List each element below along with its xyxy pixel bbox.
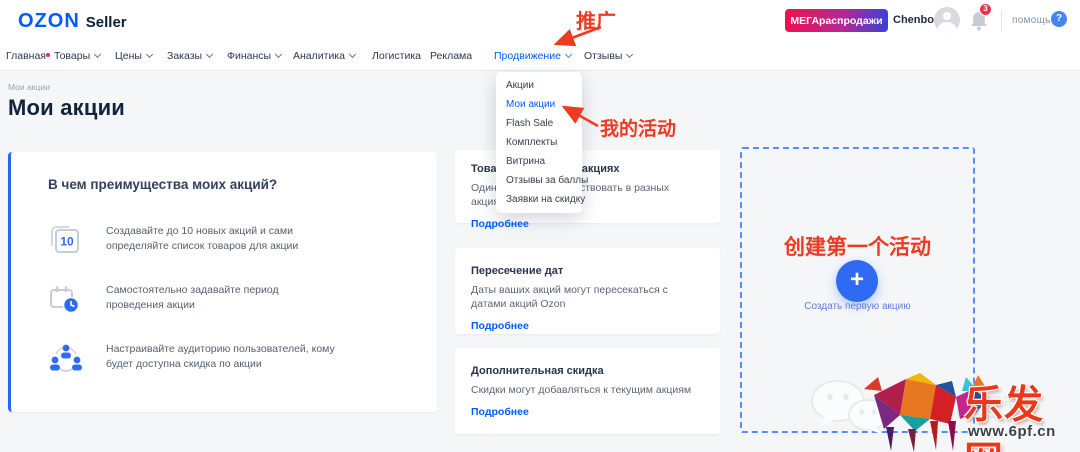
avatar-person-icon [943, 12, 951, 20]
more-link[interactable]: Подробнее [471, 218, 529, 230]
promotion-dropdown: Акции Мои акции Flash Sale Комплекты Вит… [496, 72, 582, 213]
mega-sale-button[interactable]: МЕГАраспродажи [785, 9, 888, 32]
nav-item-logistics[interactable]: Логистика [372, 42, 421, 71]
benefit-text: Создавайте до 10 новых акций и сами опре… [88, 224, 298, 261]
plus-icon: + [850, 266, 864, 293]
annotation-my-activities: 我的活动 [600, 114, 676, 141]
chevron-down-icon [146, 51, 153, 58]
card-text: Скидки могут добавляться к текущим акция… [471, 383, 704, 397]
breadcrumb: Мои акции [8, 82, 50, 92]
chevron-down-icon [275, 51, 282, 58]
nav-item-promotion[interactable]: Продвижение Акции Мои акции Flash Sale К… [494, 42, 571, 71]
header: OZON Seller МЕГАраспродажи Chenbo 3 помо… [0, 0, 1080, 42]
more-link[interactable]: Подробнее [471, 406, 529, 418]
username[interactable]: Chenbo [893, 14, 934, 26]
benefit-text: Настраивайте аудиторию пользователей, ко… [88, 342, 335, 379]
nav-item-analytics[interactable]: Аналитика [293, 42, 355, 71]
calendar-clock-icon [48, 283, 88, 320]
watermark-url: www.6pf.cn [968, 423, 1056, 440]
calendar-10-icon: 10 [48, 224, 88, 261]
nav-item-orders[interactable]: Заказы [167, 42, 212, 71]
benefits-title: В чем преимущества моих акций? [48, 177, 277, 192]
audience-icon [48, 342, 88, 379]
nav-item-home[interactable]: Главная [6, 42, 46, 71]
benefit-row: Настраивайте аудиторию пользователей, ко… [48, 342, 335, 379]
benefit-text: Самостоятельно задавайте период проведен… [88, 283, 279, 320]
more-link[interactable]: Подробнее [471, 320, 529, 332]
chevron-down-icon [626, 51, 633, 58]
dropdown-item-reviews-for-points[interactable]: Отзывы за баллы [496, 171, 582, 190]
create-promo-plus-button[interactable]: + [836, 260, 878, 302]
card-text: Даты ваших акций могут пересекаться с да… [471, 283, 704, 311]
benefits-card: В чем преимущества моих акций? 10 Создав… [8, 152, 437, 412]
card-title: Пересечение дат [471, 265, 704, 277]
benefit-row: Самостоятельно задавайте период проведен… [48, 283, 279, 320]
chevron-down-icon [206, 51, 213, 58]
nav-item-prices[interactable]: Цены [115, 42, 152, 71]
dropdown-item-showcase[interactable]: Витрина [496, 152, 582, 171]
nav-item-ads[interactable]: Реклама [430, 42, 472, 71]
main-nav: Главная Товары Цены Заказы Финансы Анали… [0, 42, 1080, 71]
ozon-seller-page: OZON Seller МЕГАраспродажи Chenbo 3 помо… [0, 0, 1080, 452]
chevron-down-icon [565, 51, 572, 58]
watermark-site-name: 乐发网 [964, 374, 1080, 452]
dropdown-item-flash-sale[interactable]: Flash Sale [496, 114, 582, 133]
ozon-seller-logo[interactable]: OZON Seller [18, 10, 127, 33]
nav-item-products[interactable]: Товары [46, 42, 100, 71]
card-title: Дополнительная скидка [471, 365, 704, 377]
dropdown-item-discount-requests[interactable]: Заявки на скидку [496, 190, 582, 209]
info-card-extra-discount: Дополнительная скидка Скидки могут добав… [455, 348, 720, 434]
help-link[interactable]: помощь [1012, 15, 1051, 26]
nav-item-reviews[interactable]: Отзывы [584, 42, 632, 71]
seller-logo-text: Seller [86, 14, 127, 31]
page-title: Мои акции [8, 95, 125, 121]
annotation-promotion: 推广 [576, 5, 616, 34]
create-promo-label[interactable]: Создать первую акцию [740, 301, 975, 312]
svg-text:10: 10 [60, 235, 74, 249]
ozon-logo-text: OZON [18, 10, 80, 33]
chevron-down-icon [349, 51, 356, 58]
header-divider [1001, 10, 1002, 31]
chevron-down-icon [94, 51, 101, 58]
benefit-row: 10 Создавайте до 10 новых акций и сами о… [48, 224, 298, 261]
info-card-date-overlap: Пересечение дат Даты ваших акций могут п… [455, 248, 720, 334]
annotation-create-first: 创建第一个活动 [740, 231, 975, 261]
dropdown-item-my-promos[interactable]: Мои акции [496, 95, 582, 114]
dropdown-item-promos[interactable]: Акции [496, 76, 582, 95]
red-dot-icon [46, 53, 50, 57]
dropdown-item-bundles[interactable]: Комплекты [496, 133, 582, 152]
nav-item-finance[interactable]: Финансы [227, 42, 281, 71]
avatar[interactable] [934, 7, 960, 33]
notification-badge: 3 [979, 3, 992, 16]
help-question-icon[interactable]: ? [1051, 11, 1067, 27]
